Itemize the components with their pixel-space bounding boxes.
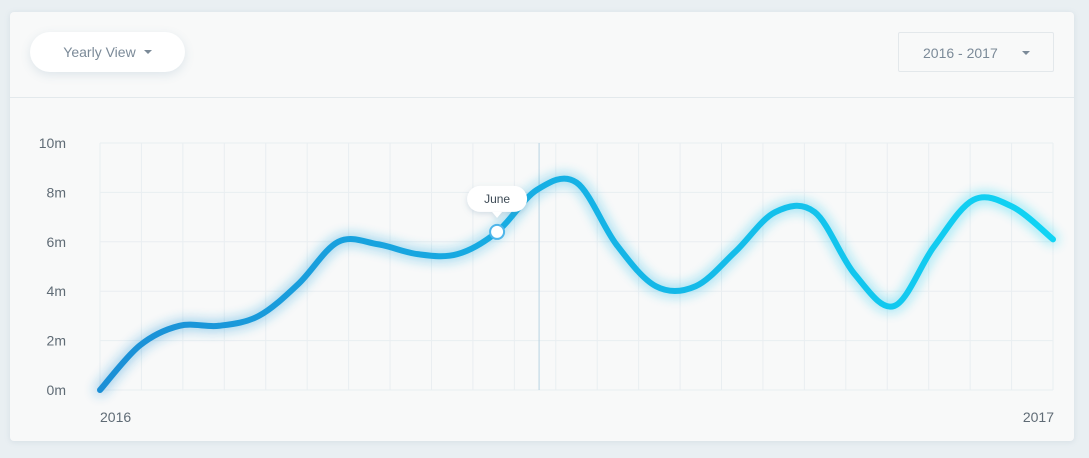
- data-point: [653, 283, 659, 289]
- y-axis: 0m 2m 4m 6m 8m 10m: [39, 135, 66, 398]
- highlight-point[interactable]: [489, 223, 506, 240]
- data-point: [137, 343, 143, 349]
- x-end-label: 2017: [1023, 409, 1054, 425]
- data-point: [335, 239, 341, 245]
- y-tick-label: 0m: [47, 382, 66, 398]
- data-point: [1010, 204, 1016, 210]
- data-point: [931, 244, 937, 250]
- line-chart: 0m 2m 4m 6m 8m 10m 2016 2017 June: [39, 135, 1058, 425]
- data-point: [415, 251, 421, 257]
- y-tick-label: 2m: [47, 333, 66, 349]
- data-point: [812, 209, 818, 215]
- x-axis: 2016 2017: [100, 409, 1054, 425]
- y-tick-label: 6m: [47, 234, 66, 250]
- data-point: [176, 323, 182, 329]
- y-tick-label: 4m: [47, 283, 66, 299]
- data-point: [454, 251, 460, 257]
- data-point: [693, 283, 699, 289]
- data-point: [216, 323, 222, 329]
- data-point: [772, 209, 778, 215]
- data-point: [256, 313, 262, 319]
- y-tick-label: 10m: [39, 135, 66, 151]
- data-point: [296, 281, 302, 287]
- y-tick-label: 8m: [47, 184, 66, 200]
- data-point: [971, 197, 977, 203]
- data-point: [534, 187, 540, 193]
- data-point: [97, 387, 103, 393]
- data-point: [375, 241, 381, 247]
- data-point: [851, 271, 857, 277]
- data-point: [1050, 236, 1056, 242]
- series-line: [97, 175, 1056, 393]
- x-start-label: 2016: [100, 409, 131, 425]
- data-point: [574, 180, 580, 186]
- data-point: [732, 249, 738, 255]
- tooltip-label: June: [484, 192, 510, 206]
- data-point: [891, 303, 897, 309]
- data-point: [613, 241, 619, 247]
